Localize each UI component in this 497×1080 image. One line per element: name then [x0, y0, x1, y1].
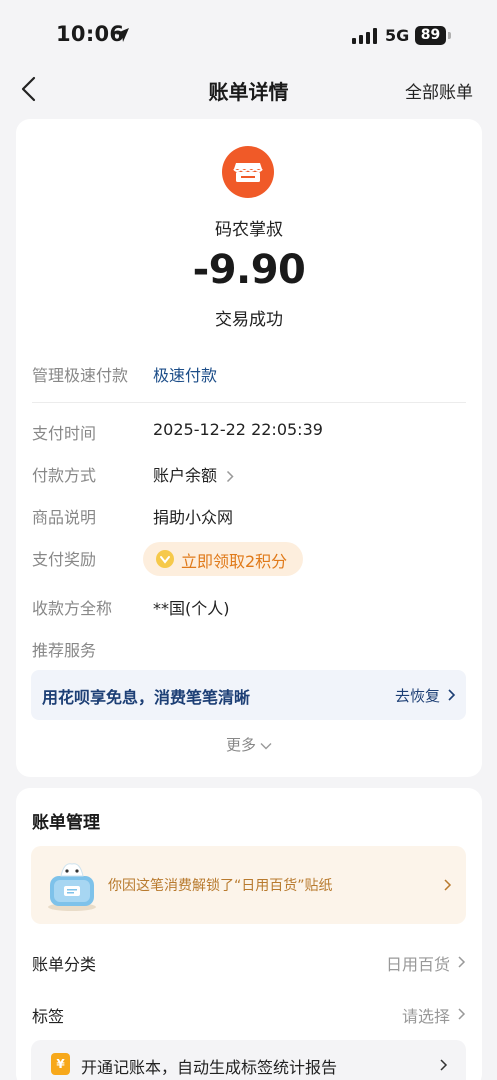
bill-management-card: 账单管理 你因这笔消费解锁了“日用百货”贴纸 账单分类 日用百货 标签 请选择 …: [16, 788, 482, 1080]
battery-icon: 89: [415, 26, 446, 45]
network-type: 5G: [385, 26, 410, 45]
chevron-right-icon: [444, 879, 452, 891]
pay-method-label: 付款方式: [32, 466, 97, 485]
notebook-yen-icon: ¥: [51, 1053, 70, 1075]
promo-action: 去恢复: [394, 687, 440, 705]
recommend-label: 推荐服务: [32, 641, 97, 660]
item-desc-value: 捐助小众网: [153, 508, 234, 527]
fast-pay-link[interactable]: 极速付款: [153, 362, 217, 386]
item-desc-label: 商品说明: [32, 508, 97, 527]
tag-label: 标签: [32, 1007, 65, 1026]
pay-time-label: 支付时间: [32, 424, 97, 443]
notebook-text: 开通记账本，自动生成标签统计报告: [81, 1058, 338, 1077]
merchant-name: 码农掌叔: [215, 220, 283, 240]
category-value[interactable]: 日用百货: [386, 951, 450, 975]
claim-reward-label: 立即领取2积分: [181, 552, 288, 571]
chevron-right-icon: [440, 1059, 448, 1071]
sticker-icon: [48, 863, 96, 911]
section-title: 账单管理: [32, 813, 100, 833]
merchant-store-icon: [222, 146, 274, 198]
points-coin-icon: [156, 550, 174, 568]
category-label: 账单分类: [32, 955, 97, 974]
sticker-text: 你因这笔消费解锁了“日用百货”贴纸: [108, 878, 333, 894]
pay-method-text: 账户余额: [153, 466, 218, 485]
more-button[interactable]: 更多: [16, 734, 482, 755]
payee-label: 收款方全称: [32, 599, 113, 618]
payee-value: **国(个人): [153, 599, 230, 618]
huabei-promo-banner[interactable]: 用花呗享免息，消费笔笔清晰 去恢复: [31, 670, 466, 720]
signal-bars-icon: [352, 28, 377, 44]
sticker-unlock-banner[interactable]: 你因这笔消费解锁了“日用百货”贴纸: [31, 846, 466, 924]
divider: [32, 402, 466, 403]
chevron-right-icon: [458, 956, 466, 968]
chevron-right-icon: [448, 689, 456, 701]
chevron-down-icon: [260, 742, 272, 749]
tag-select[interactable]: 请选择: [402, 1003, 450, 1027]
transaction-status: 交易成功: [215, 310, 283, 330]
open-notebook-banner[interactable]: ¥ 开通记账本，自动生成标签统计报告: [31, 1040, 466, 1080]
chevron-right-icon: [458, 1008, 466, 1020]
pay-time-value: 2025-12-22 22:05:39: [153, 420, 323, 439]
transaction-card: 码农掌叔 -9.90 交易成功 管理极速付款 极速付款 支付时间 2025-12…: [16, 119, 482, 777]
promo-text: 用花呗享免息，消费笔笔清晰: [42, 688, 251, 707]
reward-label: 支付奖励: [32, 550, 97, 569]
status-bar: 10:06 5G 89: [0, 0, 497, 70]
claim-reward-button[interactable]: 立即领取2积分: [143, 542, 303, 576]
more-label: 更多: [225, 736, 256, 754]
manage-fast-pay-label: 管理极速付款: [32, 366, 129, 385]
all-bills-link[interactable]: 全部账单: [405, 78, 473, 103]
transaction-amount: -9.90: [192, 247, 306, 293]
battery-tip: [448, 32, 451, 39]
location-arrow-icon: [115, 28, 129, 42]
chevron-right-icon: [227, 470, 234, 483]
pay-method-value[interactable]: 账户余额: [153, 462, 234, 486]
